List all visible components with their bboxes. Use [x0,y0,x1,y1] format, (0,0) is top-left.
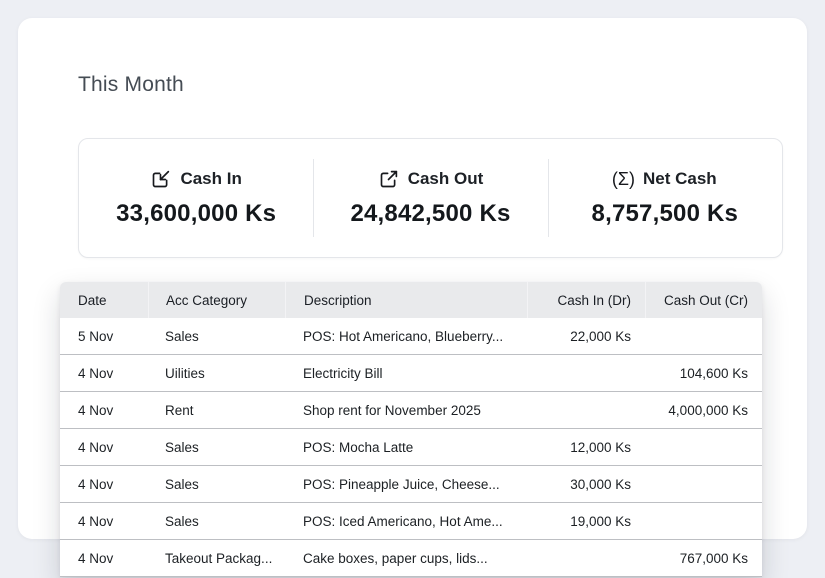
page: This Month Cash In 33,600,000 Ks [0,0,825,578]
table-row[interactable]: 4 Nov Sales POS: Iced Americano, Hot Ame… [60,503,762,540]
net-cash-value: 8,757,500 Ks [592,200,739,228]
cash-in-label: Cash In [180,169,241,189]
cell-date: 4 Nov [60,403,148,418]
cash-out-value: 24,842,500 Ks [350,200,510,228]
column-header-acc-category: Acc Category [148,282,285,318]
table-row[interactable]: 4 Nov Rent Shop rent for November 2025 4… [60,392,762,429]
cell-date: 4 Nov [60,514,148,529]
cash-in-value: 33,600,000 Ks [116,200,276,228]
cell-date: 4 Nov [60,440,148,455]
net-cash-label: Net Cash [643,169,717,189]
cell-cash-in: 19,000 Ks [527,514,645,529]
cell-date: 4 Nov [60,366,148,381]
cell-date: 5 Nov [60,329,148,344]
cell-category: Rent [148,403,285,418]
summary-net-cash: (Σ) Net Cash 8,757,500 Ks [548,139,782,257]
cell-description: POS: Iced Americano, Hot Ame... [285,514,527,529]
table-row[interactable]: 5 Nov Sales POS: Hot Americano, Blueberr… [60,318,762,355]
cell-category: Uilities [148,366,285,381]
cell-cash-in: 30,000 Ks [527,477,645,492]
sigma-icon: (Σ) [613,169,634,190]
cell-cash-out: 4,000,000 Ks [645,403,762,418]
table-body: 5 Nov Sales POS: Hot Americano, Blueberr… [60,318,762,577]
cell-category: Sales [148,329,285,344]
cell-category: Takeout Packag... [148,551,285,566]
transactions-table: Date Acc Category Description Cash In (D… [60,282,762,577]
cell-description: POS: Hot Americano, Blueberry... [285,329,527,344]
cell-description: POS: Pineapple Juice, Cheese... [285,477,527,492]
cell-description: Shop rent for November 2025 [285,403,527,418]
cell-cash-in: 12,000 Ks [527,440,645,455]
cash-out-icon [378,169,399,190]
cell-cash-out: 767,000 Ks [645,551,762,566]
cell-category: Sales [148,440,285,455]
cash-summary-card: Cash In 33,600,000 Ks Cash Out 24,842,5 [78,138,783,258]
summary-net-cash-header: (Σ) Net Cash [613,169,717,190]
summary-cash-out-header: Cash Out [378,169,484,190]
cell-description: Cake boxes, paper cups, lids... [285,551,527,566]
cash-in-icon [150,169,171,190]
cell-date: 4 Nov [60,477,148,492]
page-title: This Month [78,73,184,97]
table-header-row: Date Acc Category Description Cash In (D… [60,282,762,318]
cash-out-label: Cash Out [408,169,484,189]
cell-category: Sales [148,477,285,492]
table-row[interactable]: 4 Nov Uilities Electricity Bill 104,600 … [60,355,762,392]
summary-cash-in: Cash In 33,600,000 Ks [79,139,313,257]
cell-category: Sales [148,514,285,529]
column-header-cash-out: Cash Out (Cr) [645,282,762,318]
cell-date: 4 Nov [60,551,148,566]
cell-cash-out: 104,600 Ks [645,366,762,381]
cell-cash-in: 22,000 Ks [527,329,645,344]
summary-cash-out: Cash Out 24,842,500 Ks [313,139,547,257]
table-row[interactable]: 4 Nov Sales POS: Pineapple Juice, Cheese… [60,466,762,503]
cell-description: Electricity Bill [285,366,527,381]
column-header-description: Description [285,282,527,318]
table-row[interactable]: 4 Nov Sales POS: Mocha Latte 12,000 Ks [60,429,762,466]
summary-cash-in-header: Cash In [150,169,241,190]
table-row[interactable]: 4 Nov Takeout Packag... Cake boxes, pape… [60,540,762,577]
cell-description: POS: Mocha Latte [285,440,527,455]
column-header-cash-in: Cash In (Dr) [527,282,645,318]
column-header-date: Date [60,282,148,318]
